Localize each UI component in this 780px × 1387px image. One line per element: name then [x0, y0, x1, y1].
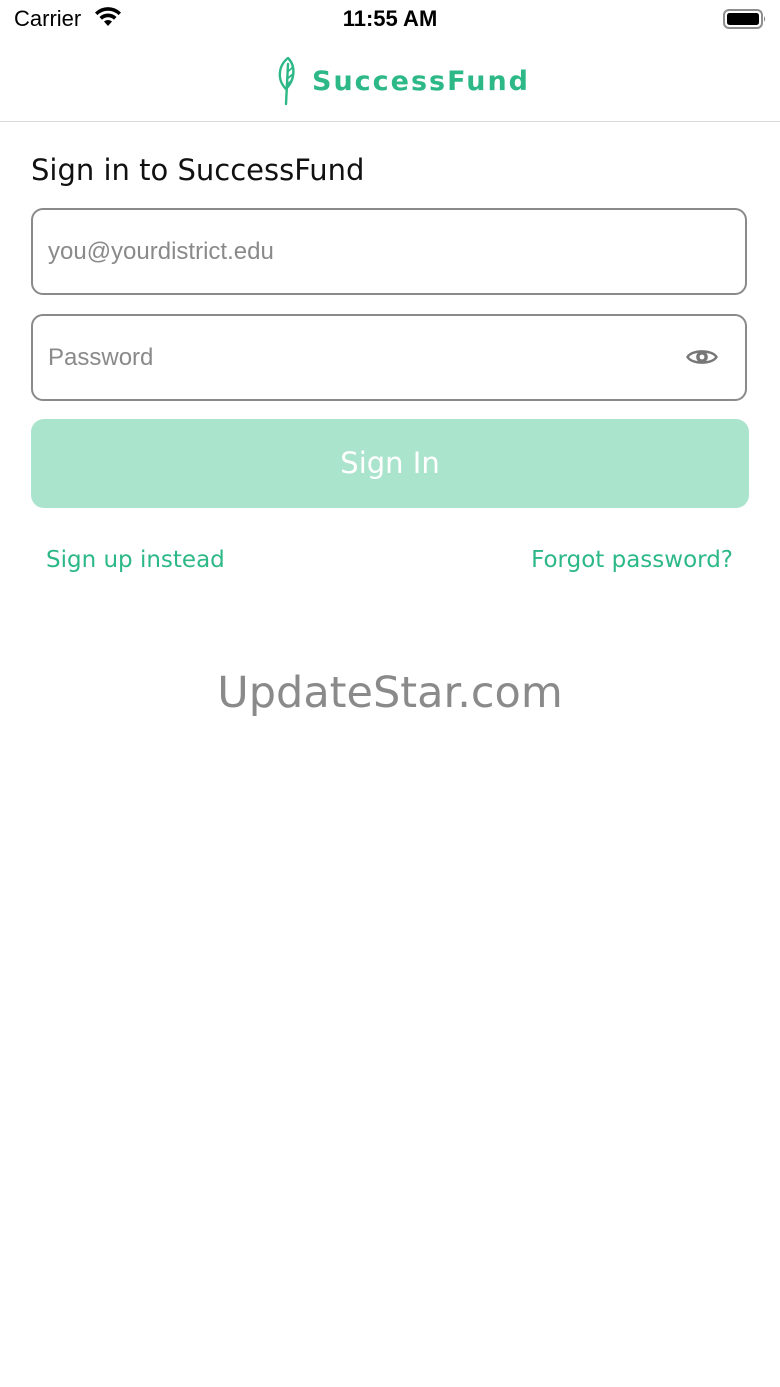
app-logo: SuccessFund — [274, 56, 530, 106]
email-field[interactable] — [31, 208, 747, 295]
sign-in-button[interactable]: Sign In — [31, 419, 749, 508]
eye-icon[interactable] — [686, 346, 718, 368]
watermark-text: UpdateStar.com — [217, 668, 563, 718]
status-bar: Carrier 11:55 AM — [0, 0, 780, 40]
sign-up-link[interactable]: Sign up instead — [46, 547, 225, 573]
app-header: SuccessFund — [0, 44, 780, 122]
page-title: Sign in to SuccessFund — [31, 153, 365, 187]
password-input[interactable] — [48, 316, 688, 399]
app-name: SuccessFund — [312, 65, 531, 97]
status-time: 11:55 AM — [342, 6, 438, 31]
password-field[interactable] — [31, 314, 747, 401]
battery-full-icon — [723, 9, 766, 29]
email-input[interactable] — [48, 210, 688, 293]
forgot-password-link[interactable]: Forgot password? — [531, 547, 733, 573]
leaf-icon — [278, 56, 295, 106]
